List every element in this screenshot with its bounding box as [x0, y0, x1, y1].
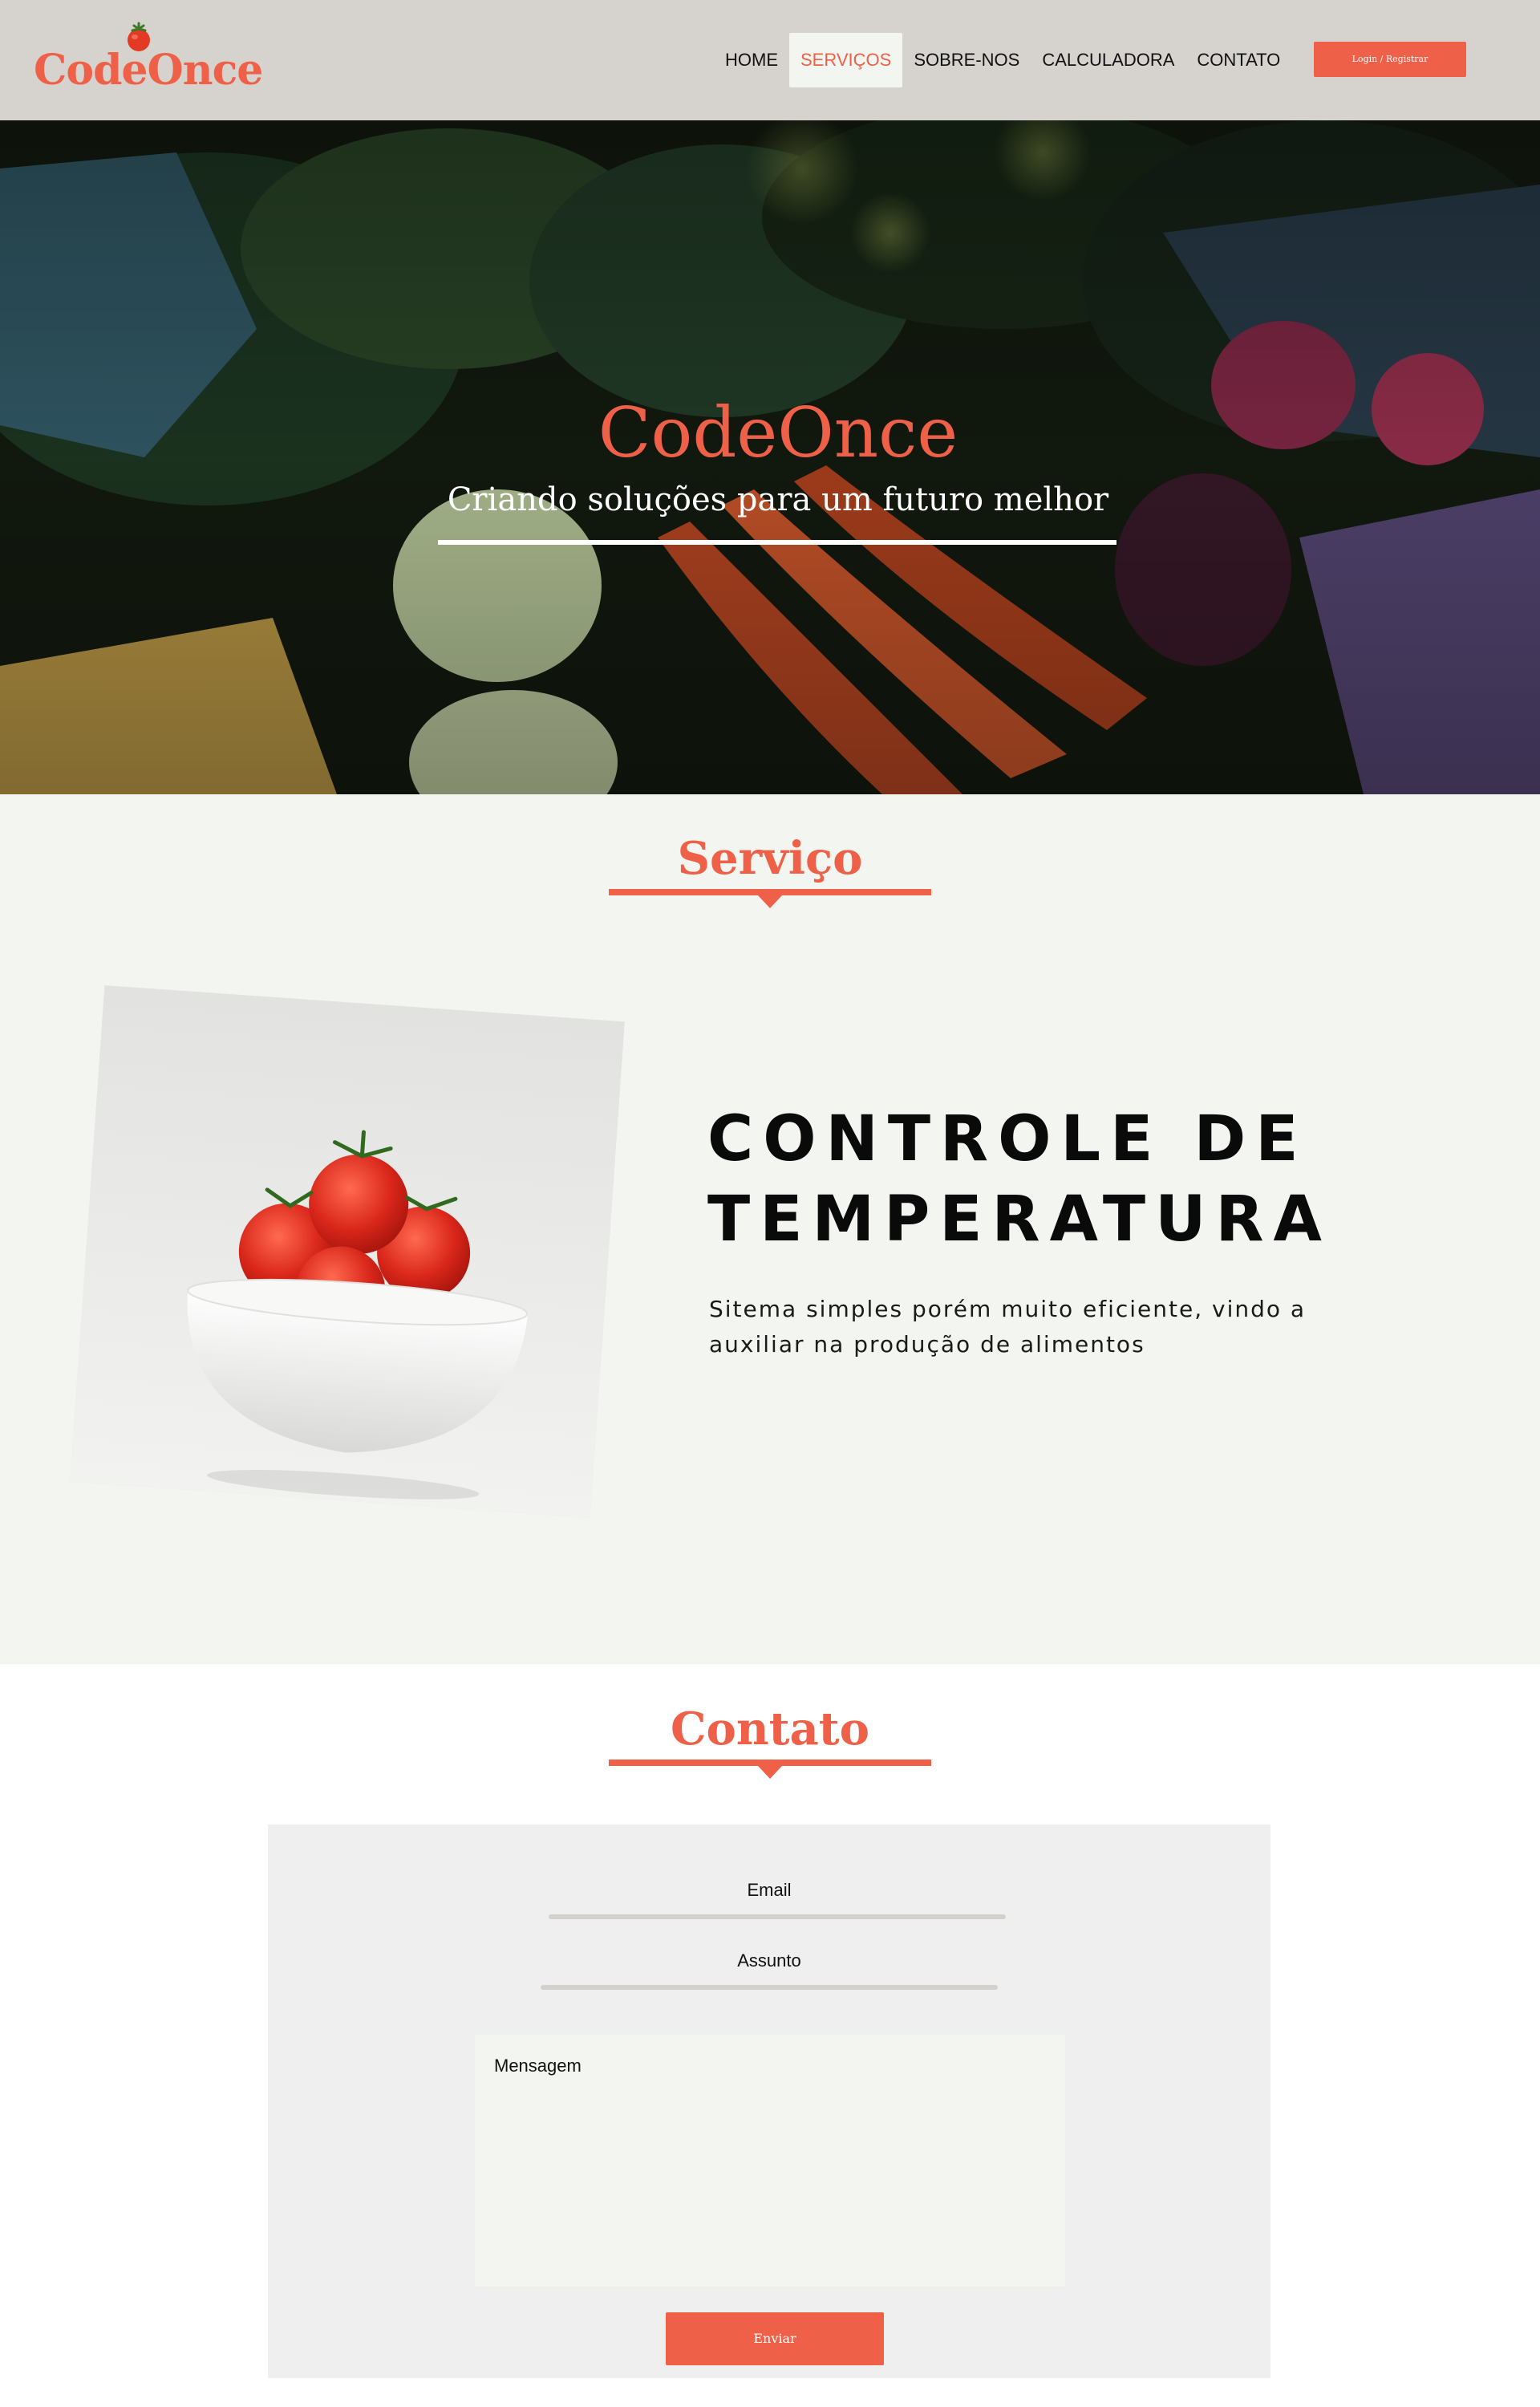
email-underline — [549, 1914, 1006, 1919]
subject-underline — [541, 1985, 998, 1990]
hero-title: CodeOnce — [598, 393, 958, 473]
nav-item-contato[interactable]: CONTATO — [1185, 33, 1291, 87]
service-title-rule — [609, 889, 931, 895]
service-description: Sitema simples porém muito eficiente, vi… — [709, 1296, 1307, 1358]
service-section: Serviço CONTROLE DE TEMPERATURA Sitema s… — [0, 794, 1540, 1664]
service-title-arrow-icon — [758, 895, 782, 908]
hero-divider — [438, 540, 1116, 545]
tomato-bowl-image — [70, 985, 625, 1518]
contact-title-arrow-icon — [758, 1766, 782, 1779]
subject-field[interactable]: Assunto — [268, 1950, 1270, 1971]
service-section-title: Serviço — [677, 832, 863, 885]
login-register-button[interactable]: Login / Registrar — [1314, 42, 1466, 77]
service-heading: CONTROLE DE TEMPERATURA — [707, 1103, 1331, 1256]
message-placeholder: Mensagem — [494, 2056, 582, 2076]
contact-title-rule — [609, 1760, 931, 1766]
hero-banner: CodeOnce Criando soluções para um futuro… — [0, 120, 1540, 794]
nav-item-home[interactable]: HOME — [714, 33, 789, 87]
hero-subtitle: Criando soluções para um futuro melhor — [447, 481, 1109, 518]
contact-form: Email Assunto Mensagem Enviar — [268, 1825, 1270, 2378]
email-field[interactable]: Email — [268, 1880, 1270, 1901]
nav-item-sobre-nos[interactable]: SOBRE-NOS — [902, 33, 1031, 87]
message-textarea[interactable]: Mensagem — [475, 2035, 1065, 2287]
site-logo[interactable]: CodeOnce — [34, 45, 263, 96]
nav-item-calculadora[interactable]: CALCULADORA — [1031, 33, 1185, 87]
send-button[interactable]: Enviar — [666, 2312, 884, 2365]
nav-item-servicos[interactable]: SERVIÇOS — [789, 33, 903, 87]
site-header: CodeOnce HOME SERVIÇOS SOBRE-NOS CALCULA… — [0, 0, 1540, 120]
contact-section-title: Contato — [670, 1703, 869, 1756]
main-nav: HOME SERVIÇOS SOBRE-NOS CALCULADORA CONT… — [714, 33, 1291, 87]
